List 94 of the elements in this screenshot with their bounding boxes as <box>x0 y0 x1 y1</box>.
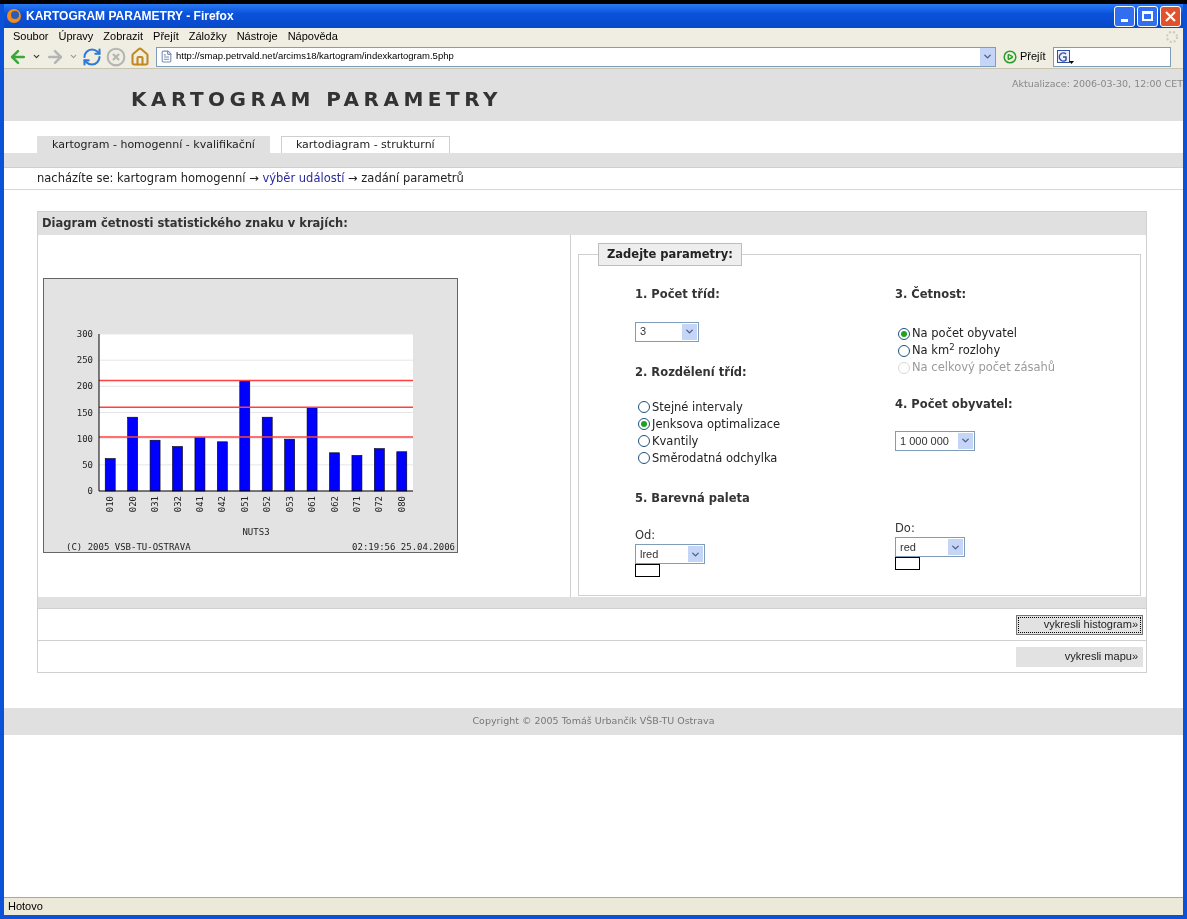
color-swatch <box>895 557 920 570</box>
axis-tick-label: 051 <box>239 496 250 513</box>
radio-button[interactable] <box>898 328 910 340</box>
status-text: Hotovo <box>8 899 43 915</box>
bar <box>351 455 363 492</box>
menu-item[interactable]: Nápověda <box>282 28 343 45</box>
radio-button[interactable] <box>638 401 650 414</box>
axis-tick-label: 072 <box>374 496 385 513</box>
field-label: 2. Rozdělení tříd: <box>635 363 748 381</box>
tab[interactable]: kartogram - homogenní - kvalifikační <box>37 136 270 153</box>
axis-tick-label: 052 <box>262 496 273 513</box>
radio-label: Stejné intervaly <box>652 398 743 416</box>
close-icon <box>1165 10 1176 22</box>
bar <box>194 437 206 492</box>
axis-tick-label: 250 <box>76 355 93 366</box>
axis-tick-label: 061 <box>307 496 318 513</box>
radio-button[interactable] <box>638 435 650 448</box>
axis-tick-label: 50 <box>82 459 93 470</box>
search-engine-icon[interactable] <box>1056 49 1075 64</box>
axis-tick-label: 031 <box>150 496 161 513</box>
radio-label: Na km$^{2}$ rozlohy <box>912 342 1001 360</box>
address-field[interactable]: http://smap.petrvald.net/arcims18/kartogram/indexkartogram.5php <box>156 46 996 67</box>
bar <box>149 439 161 492</box>
search-field[interactable] <box>1052 46 1171 67</box>
globe-icon <box>6 8 22 24</box>
color-swatch <box>635 564 660 578</box>
axis-tick-label: 042 <box>217 496 228 513</box>
field-label: 4. Počet obyvatel: <box>895 395 1014 413</box>
axis-tick-label: 150 <box>76 407 93 418</box>
field-label: 5. Barevná paleta <box>635 489 751 507</box>
color-select[interactable]: lred <box>635 544 705 565</box>
minimize-button[interactable] <box>1114 5 1135 27</box>
menu-item[interactable]: Nástroje <box>231 28 283 45</box>
class-count-select[interactable]: 3 <box>635 321 699 342</box>
axis-tick-label: 032 <box>172 496 183 513</box>
action-button[interactable]: vykresli histogram» <box>1016 614 1143 635</box>
reload-icon[interactable] <box>82 46 102 67</box>
radio-button[interactable] <box>898 345 910 357</box>
axis-tick-label: 300 <box>76 329 93 339</box>
axis-tick-label: 080 <box>396 496 407 513</box>
axis-title: NUTS3 <box>242 527 270 537</box>
bar <box>284 438 295 492</box>
copyright: Copyright © 2005 Tomáš Urbančík VŠB-TU Ostrava <box>472 714 715 729</box>
page-title: KARTOGRAM PARAMETRY <box>131 89 502 113</box>
bar <box>217 441 228 492</box>
axis-tick-label: 010 <box>105 496 116 513</box>
throbber-icon <box>1165 29 1179 44</box>
menu-item[interactable]: Záložky <box>183 28 232 45</box>
go-button[interactable]: Přejít <box>1000 48 1049 65</box>
tab[interactable]: kartodiagram - strukturní <box>280 136 450 153</box>
color-select[interactable]: red <box>895 537 965 557</box>
breadcrumb: nacházíte se: kartogram homogenní → výběr událostí → zadání parametrů <box>4 168 1183 190</box>
field-label: 3. Četnost: <box>895 286 968 304</box>
axis-tick-label: 041 <box>194 496 205 513</box>
axis-tick-label: 053 <box>284 496 295 513</box>
bar <box>172 446 183 492</box>
radio-button[interactable] <box>638 452 650 465</box>
update-date: Aktualizace: 2006-03-30, 12:00 CET <box>1011 77 1183 91</box>
bar <box>104 458 116 492</box>
page-icon <box>160 50 173 63</box>
panel-title: Diagram četnosti statistického znaku v krajích: <box>42 214 348 232</box>
radio-label: Na celkový počet zásahů <box>912 359 1056 377</box>
fieldset-legend: Zadejte parametry: <box>598 243 742 267</box>
field-label: Od: <box>635 527 657 544</box>
close-button[interactable] <box>1160 5 1181 27</box>
bar <box>329 452 340 492</box>
breadcrumb-link[interactable]: výběr událostí <box>262 169 345 188</box>
field-label: Do: <box>895 519 916 537</box>
radio-label: Jenksova optimalizace <box>652 415 781 433</box>
radio-label: Na počet obyvatel <box>912 325 1017 343</box>
radio-button[interactable] <box>638 418 650 431</box>
menu-item[interactable]: Přejít <box>148 28 184 45</box>
chart-credit: (C) 2005 VSB-TU-OSTRAVA <box>66 542 191 552</box>
chart-timestamp: 02:19:56 25.04.2006 <box>352 542 455 552</box>
go-icon <box>1003 49 1017 64</box>
menu-item[interactable]: Zobrazit <box>98 28 149 45</box>
axis-tick-label: 020 <box>127 496 138 513</box>
window-title: KARTOGRAM PARAMETRY - Firefox <box>26 8 235 25</box>
menu-item[interactable]: Soubor <box>8 28 54 45</box>
bar <box>396 451 408 492</box>
bar <box>374 448 385 492</box>
field-label: 1. Počet tříd: <box>635 286 721 304</box>
axis-tick-label: 100 <box>76 433 93 444</box>
axis-tick-label: 062 <box>329 496 340 513</box>
axis-tick-label: 0 <box>87 486 93 496</box>
home-icon[interactable] <box>130 46 150 67</box>
maximize-button[interactable] <box>1137 5 1158 27</box>
action-button[interactable]: vykresli mapu» <box>1016 646 1143 667</box>
axis-tick-label: 071 <box>351 496 362 513</box>
axis-tick-label: 200 <box>76 381 93 392</box>
radio-label: Kvantily <box>652 432 699 450</box>
population-select[interactable]: 1 000 000 <box>895 430 975 451</box>
radio-label: Směrodatná odchylka <box>652 449 778 467</box>
menu-item[interactable]: Úpravy <box>53 28 99 45</box>
